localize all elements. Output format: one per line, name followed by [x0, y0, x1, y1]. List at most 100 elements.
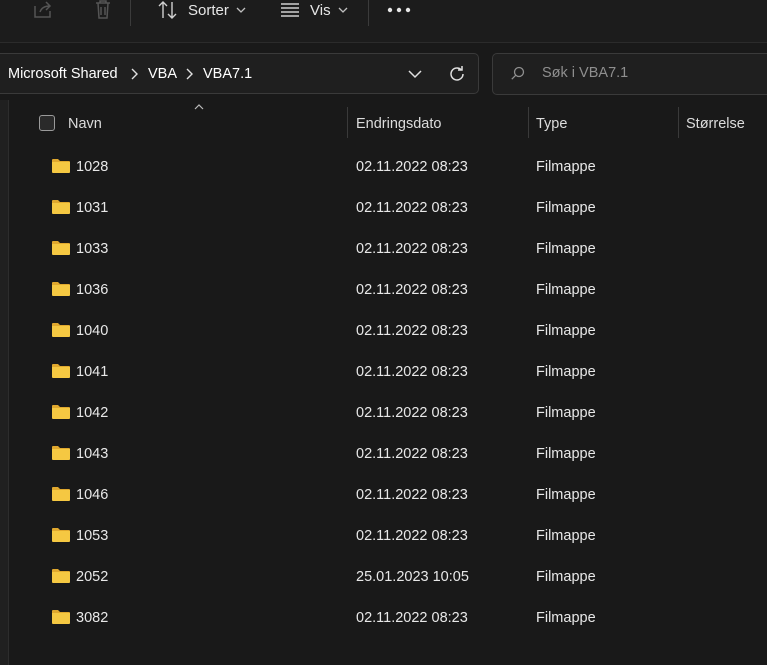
- file-type: Filmappe: [536, 528, 596, 544]
- file-name: 1053: [76, 528, 109, 544]
- table-row[interactable]: 2052 25.01.2023 10:05 Filmappe: [9, 555, 767, 596]
- file-type: Filmappe: [536, 159, 596, 175]
- table-row[interactable]: 1046 02.11.2022 08:23 Filmappe: [9, 473, 767, 514]
- folder-icon: [52, 200, 70, 214]
- file-name: 2052: [76, 569, 109, 585]
- sort-label: Sorter: [188, 1, 229, 19]
- file-modified-date: 02.11.2022 08:23: [356, 364, 468, 380]
- column-header-type[interactable]: Type: [536, 116, 567, 132]
- file-name: 1042: [76, 405, 109, 421]
- column-header-size[interactable]: Størrelse: [686, 116, 745, 132]
- table-row[interactable]: 1043 02.11.2022 08:23 Filmappe: [9, 432, 767, 473]
- breadcrumb-vba71[interactable]: VBA7.1: [203, 66, 252, 82]
- table-row[interactable]: 1028 02.11.2022 08:23 Filmappe: [9, 145, 767, 186]
- history-dropdown-icon[interactable]: [405, 64, 425, 84]
- table-row[interactable]: 1036 02.11.2022 08:23 Filmappe: [9, 268, 767, 309]
- file-modified-date: 02.11.2022 08:23: [356, 241, 468, 257]
- sort-icon: [158, 1, 177, 19]
- chevron-right-icon[interactable]: [129, 68, 139, 80]
- select-all-checkbox[interactable]: [39, 115, 55, 131]
- file-name: 1040: [76, 323, 109, 339]
- table-row[interactable]: 1041 02.11.2022 08:23 Filmappe: [9, 350, 767, 391]
- column-divider[interactable]: [528, 107, 529, 138]
- column-header-name[interactable]: Navn: [68, 116, 102, 132]
- folder-icon: [52, 487, 70, 501]
- table-row[interactable]: 1053 02.11.2022 08:23 Filmappe: [9, 514, 767, 555]
- view-button[interactable]: Vis: [280, 0, 348, 20]
- search-icon: [511, 66, 525, 80]
- share-button[interactable]: [32, 0, 54, 20]
- delete-button[interactable]: [93, 0, 113, 20]
- file-modified-date: 02.11.2022 08:23: [356, 200, 468, 216]
- file-modified-date: 02.11.2022 08:23: [356, 323, 468, 339]
- toolbar-divider: [130, 0, 131, 26]
- more-options-button[interactable]: [387, 0, 411, 20]
- file-type: Filmappe: [536, 487, 596, 503]
- file-modified-date: 02.11.2022 08:23: [356, 528, 468, 544]
- file-type: Filmappe: [536, 200, 596, 216]
- table-row[interactable]: 3082 02.11.2022 08:23 Filmappe: [9, 596, 767, 637]
- sort-button[interactable]: Sorter: [157, 0, 246, 20]
- file-type: Filmappe: [536, 241, 596, 257]
- column-header-date[interactable]: Endringsdato: [356, 116, 441, 132]
- file-type: Filmappe: [536, 364, 596, 380]
- view-label: Vis: [310, 1, 331, 19]
- file-name: 1036: [76, 282, 109, 298]
- file-modified-date: 02.11.2022 08:23: [356, 282, 468, 298]
- table-row[interactable]: 1040 02.11.2022 08:23 Filmappe: [9, 309, 767, 350]
- table-row[interactable]: 1033 02.11.2022 08:23 Filmappe: [9, 227, 767, 268]
- command-bar: Sorter Vis: [0, 0, 767, 43]
- file-type: Filmappe: [536, 282, 596, 298]
- breadcrumb-microsoft-shared[interactable]: Microsoft Shared: [8, 66, 118, 82]
- share-icon: [34, 1, 52, 18]
- file-modified-date: 02.11.2022 08:23: [356, 487, 468, 503]
- refresh-icon[interactable]: [447, 64, 467, 84]
- file-type: Filmappe: [536, 323, 596, 339]
- file-modified-date: 02.11.2022 08:23: [356, 405, 468, 421]
- folder-icon: [52, 241, 70, 255]
- file-type: Filmappe: [536, 610, 596, 626]
- file-name: 1033: [76, 241, 109, 257]
- folder-icon: [52, 446, 70, 460]
- toolbar-divider: [368, 0, 369, 26]
- table-row[interactable]: 1042 02.11.2022 08:23 Filmappe: [9, 391, 767, 432]
- list-view-icon: [281, 3, 299, 17]
- file-modified-date: 02.11.2022 08:23: [356, 159, 468, 175]
- folder-icon: [52, 364, 70, 378]
- folder-icon: [52, 323, 70, 337]
- file-name: 1041: [76, 364, 109, 380]
- trash-icon: [96, 0, 110, 19]
- address-bar[interactable]: Microsoft Shared VBA VBA7.1: [0, 53, 479, 94]
- breadcrumb-vba[interactable]: VBA: [148, 66, 177, 82]
- file-list: Navn Endringsdato Type Størrelse 1028 02.…: [0, 100, 767, 665]
- navigation-pane-edge: [0, 100, 9, 665]
- folder-icon: [52, 405, 70, 419]
- chevron-right-icon[interactable]: [184, 68, 194, 80]
- file-name: 1031: [76, 200, 109, 216]
- file-type: Filmappe: [536, 446, 596, 462]
- search-input[interactable]: [542, 65, 762, 81]
- search-box[interactable]: [492, 53, 767, 95]
- folder-icon: [52, 610, 70, 624]
- column-header-row: Navn Endringsdato Type Størrelse: [9, 100, 767, 140]
- folder-icon: [52, 569, 70, 583]
- ellipsis-icon: [387, 7, 411, 13]
- folder-icon: [52, 282, 70, 296]
- sort-ascending-icon: [194, 104, 204, 110]
- file-modified-date: 25.01.2023 10:05: [356, 569, 469, 585]
- file-type: Filmappe: [536, 569, 596, 585]
- folder-icon: [52, 528, 70, 542]
- chevron-down-icon: [236, 7, 246, 13]
- file-name: 1043: [76, 446, 109, 462]
- column-divider[interactable]: [678, 107, 679, 138]
- table-row[interactable]: 1031 02.11.2022 08:23 Filmappe: [9, 186, 767, 227]
- file-name: 3082: [76, 610, 109, 626]
- file-type: Filmappe: [536, 405, 596, 421]
- file-modified-date: 02.11.2022 08:23: [356, 610, 468, 626]
- column-divider[interactable]: [347, 107, 348, 138]
- file-modified-date: 02.11.2022 08:23: [356, 446, 468, 462]
- file-name: 1028: [76, 159, 109, 175]
- chevron-down-icon: [338, 7, 348, 13]
- folder-icon: [52, 159, 70, 173]
- file-name: 1046: [76, 487, 109, 503]
